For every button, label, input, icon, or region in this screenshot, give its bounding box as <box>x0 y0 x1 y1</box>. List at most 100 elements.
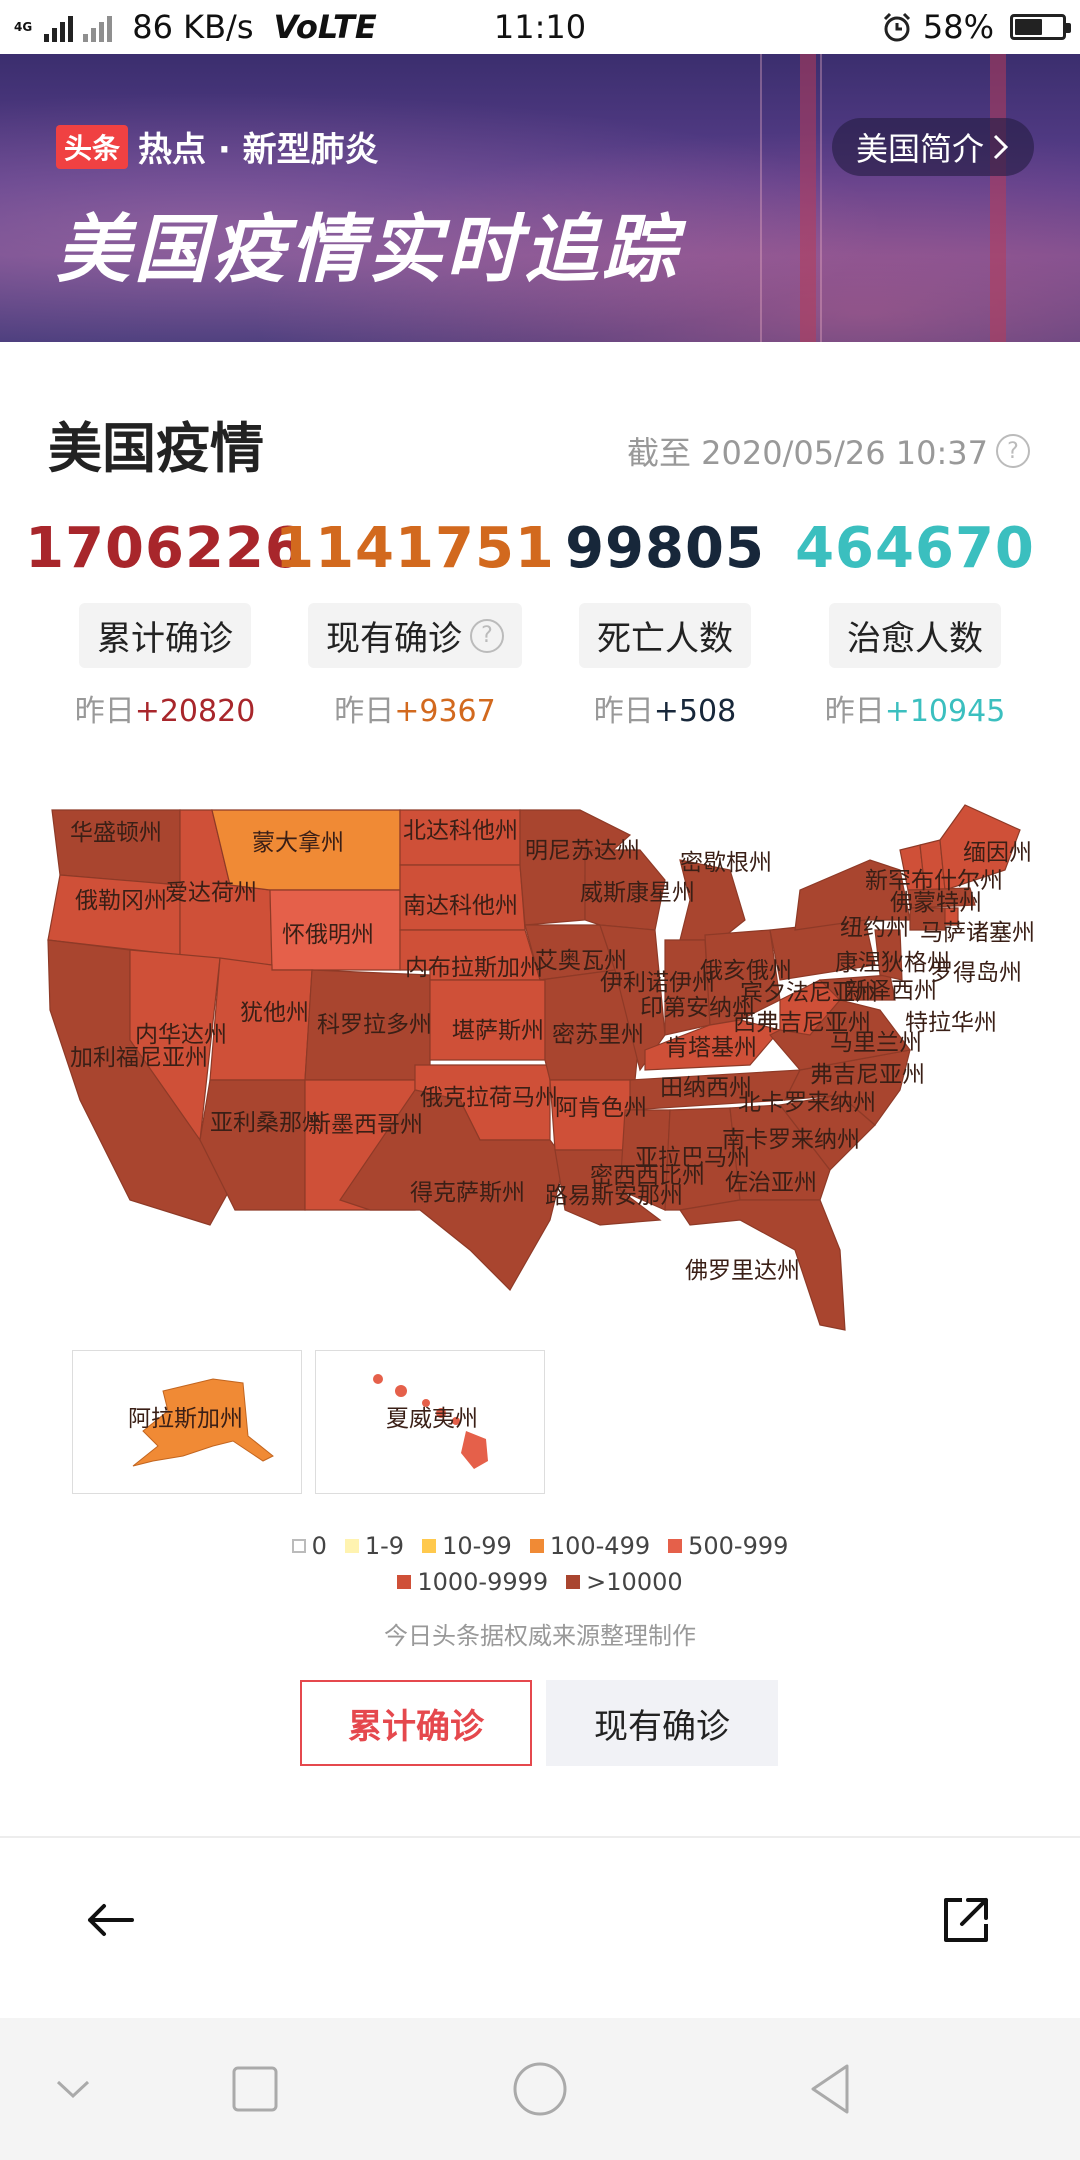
stat-label: 治愈人数 <box>829 603 1001 668</box>
label-rhode-island: 罗得岛州 <box>930 960 1022 986</box>
legend-swatch <box>422 1539 437 1553</box>
help-icon[interactable]: ? <box>470 618 504 653</box>
delta-prefix: 昨日 <box>334 694 395 729</box>
legend-swatch <box>668 1539 683 1553</box>
legend-swatch <box>291 1539 306 1553</box>
label-montana: 蒙大拿州 <box>252 829 344 856</box>
label-colorado: 科罗拉多州 <box>317 1012 432 1038</box>
legend-swatch <box>397 1575 412 1589</box>
toolbar-divider <box>0 1836 1080 1838</box>
label-louisiana: 路易斯安那州 <box>545 1183 683 1209</box>
back-arrow-icon <box>88 1904 134 1936</box>
stat-value: 99805 <box>565 516 765 581</box>
stat-delta: 昨日+9367 <box>334 686 495 730</box>
legend-item: >10000 <box>566 1568 683 1596</box>
label-missouri: 密苏里州 <box>552 1022 644 1048</box>
label-massachusetts: 马萨诸塞州 <box>920 920 1035 946</box>
share-button[interactable] <box>936 1890 996 1950</box>
label-wyoming: 怀俄明州 <box>282 922 374 948</box>
nav-home-button[interactable] <box>505 2054 575 2124</box>
banner-tag-row: 头条 热点 · 新型肺炎 <box>56 122 379 171</box>
data-source-note: 今日头条据权威来源整理制作 <box>384 1622 696 1650</box>
stat-label: 现有确诊? <box>308 603 522 668</box>
stat-deaths: 99805 死亡人数 昨日+508 <box>540 516 790 730</box>
triangle-back-icon <box>811 2064 849 2114</box>
label-alaska: 阿拉斯加州 <box>128 1406 243 1432</box>
legend-label: 500-999 <box>688 1532 789 1560</box>
label-florida: 佛罗里达州 <box>685 1258 800 1284</box>
bridge-tower <box>800 54 816 342</box>
legend-label: 100-499 <box>549 1532 651 1560</box>
label-delaware: 特拉华州 <box>905 1010 997 1036</box>
us-intro-button[interactable]: 美国简介 <box>831 118 1034 176</box>
legend-item: 500-999 <box>668 1532 788 1560</box>
legend-label: 1-9 <box>364 1532 405 1560</box>
back-button[interactable] <box>80 1890 140 1950</box>
delta-prefix: 昨日 <box>74 694 135 729</box>
status-left: 4G 86 KB/s VoLTE <box>14 8 434 46</box>
nav-back-button[interactable] <box>795 2054 865 2124</box>
legend-item: 1000-9999 <box>397 1568 548 1596</box>
legend-label: 0 <box>311 1532 327 1560</box>
legend-item: 10-99 <box>422 1532 512 1560</box>
label-nebraska: 内布拉斯加州 <box>405 955 543 981</box>
label-new-jersey: 新泽西州 <box>845 978 937 1004</box>
label-north-carolina: 北卡罗来纳州 <box>738 1090 876 1116</box>
chevron-right-icon <box>993 134 1009 160</box>
battery-icon <box>1010 14 1071 40</box>
stat-recovered: 464670 治愈人数 昨日+10945 <box>790 516 1040 730</box>
label-kentucky: 肯塔基州 <box>665 1035 757 1061</box>
stat-value: 1141751 <box>275 516 555 581</box>
us-intro-label: 美国简介 <box>855 130 984 168</box>
nav-recents-button[interactable] <box>220 2054 290 2124</box>
alarm-icon <box>883 12 910 42</box>
stat-label: 死亡人数 <box>579 603 751 668</box>
us-map-svg: 华盛顿州 蒙大拿州 北达科他州 明尼苏达州 密歇根州 缅因州 新罕布什尔州 俄勒… <box>47 804 1035 1331</box>
delta-prefix: 昨日 <box>824 694 885 729</box>
label-oklahoma: 俄克拉荷马州 <box>420 1085 558 1111</box>
stat-delta: 昨日+508 <box>594 686 736 730</box>
toutiao-tag: 头条 <box>56 124 129 169</box>
banner-topic: 热点 · 新型肺炎 <box>138 130 379 170</box>
alaska-inset[interactable]: 阿拉斯加州 <box>72 1350 302 1494</box>
cumulative-confirmed-tab[interactable]: 累计确诊 <box>300 1680 532 1766</box>
stat-label: 累计确诊 <box>79 603 251 668</box>
label-hawaii: 夏威夷州 <box>386 1406 478 1432</box>
stat-label-text: 死亡人数 <box>597 619 733 659</box>
stat-active: 1141751 现有确诊? 昨日+9367 <box>275 516 554 730</box>
legend-item: 1-9 <box>344 1532 405 1560</box>
stat-delta: 昨日+10945 <box>825 686 1006 730</box>
nav-collapse-button[interactable] <box>38 2054 108 2124</box>
stat-confirmed: 1706226 累计确诊 昨日+20820 <box>25 516 304 730</box>
hawaii-inset[interactable]: 夏威夷州 <box>315 1350 545 1494</box>
current-confirmed-tab[interactable]: 现有确诊 <box>546 1680 778 1766</box>
label-new-mexico: 新墨西哥州 <box>308 1112 423 1138</box>
label-south-dakota: 南达科他州 <box>403 893 518 919</box>
label-virginia: 弗吉尼亚州 <box>810 1062 925 1088</box>
legend-label: 1000-9999 <box>417 1568 549 1596</box>
help-icon[interactable]: ? <box>996 434 1030 468</box>
delta-value: +9367 <box>394 694 496 729</box>
label-north-dakota: 北达科他州 <box>403 818 518 844</box>
label-maine: 缅因州 <box>963 840 1032 866</box>
legend-row: 1000-9999 >10000 <box>397 1568 683 1596</box>
delta-value: +20820 <box>134 694 256 729</box>
status-bar: 4G 86 KB/s VoLTE 11:10 58% <box>0 0 1080 54</box>
legend-swatch <box>529 1539 544 1553</box>
bridge-cable <box>820 54 822 342</box>
legend-row: 0 1-9 10-99 100-499 500-999 <box>291 1532 788 1560</box>
map-legend: 0 1-9 10-99 100-499 500-999 1000-9999 >1… <box>0 1532 1080 1596</box>
legend-swatch <box>566 1575 581 1589</box>
battery-percent: 58% <box>922 8 994 46</box>
stat-label-text: 现有确诊 <box>326 619 462 659</box>
legend-item: 100-499 <box>529 1532 651 1560</box>
banner-title: 美国疫情实时追踪 <box>56 207 680 293</box>
network-speed: 86 KB/s <box>132 8 254 46</box>
update-time: 截至 2020/05/26 10:37 ? <box>627 428 1030 474</box>
circle-icon <box>513 2062 567 2116</box>
share-icon <box>944 1898 988 1942</box>
stat-label-text: 累计确诊 <box>97 619 233 659</box>
label-utah: 犹他州 <box>240 1000 309 1026</box>
battery-fill <box>1015 19 1042 35</box>
stat-value: 464670 <box>795 516 1035 581</box>
